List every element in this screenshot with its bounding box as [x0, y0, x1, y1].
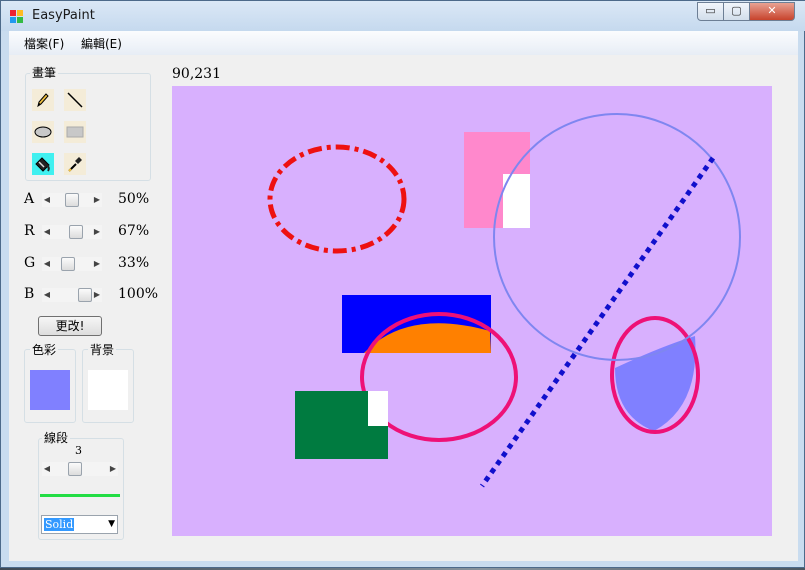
slider-thumb[interactable] — [65, 193, 79, 207]
foreground-color-swatch[interactable] — [30, 370, 70, 410]
line-style-selected: Solid — [44, 518, 75, 531]
canvas-drawing — [172, 86, 772, 536]
slider-a[interactable]: ◀ ▶ — [42, 193, 102, 207]
apply-color-button[interactable]: 更改! — [38, 316, 102, 336]
slider-label-r: R — [24, 223, 35, 239]
paint-bucket-icon — [32, 153, 54, 175]
coordinates-readout: 90,231 — [172, 66, 221, 82]
pencil-tool[interactable] — [32, 89, 54, 111]
slider-left-arrow[interactable]: ◀ — [42, 194, 52, 206]
slider-value-r: 67% — [118, 223, 150, 239]
slider-value-a: 50% — [118, 191, 150, 207]
slider-right-arrow[interactable]: ▶ — [108, 463, 118, 475]
line-icon — [64, 89, 86, 111]
line-style-dropdown[interactable]: Solid ▼ — [41, 515, 118, 534]
slider-left-arrow[interactable]: ◀ — [42, 289, 52, 301]
slider-g[interactable]: ◀ ▶ — [42, 257, 102, 271]
slider-thumb[interactable] — [68, 462, 82, 476]
pencil-icon — [32, 89, 54, 111]
ellipse-icon — [32, 121, 54, 143]
slider-right-arrow[interactable]: ▶ — [92, 194, 102, 206]
eyedropper-icon — [64, 153, 86, 175]
line-preview — [40, 494, 120, 497]
title-bar[interactable]: EasyPaint ▭ ▢ ✕ — [1, 1, 805, 31]
paint-bucket-tool[interactable] — [32, 153, 54, 175]
slider-thumb[interactable] — [69, 225, 83, 239]
line-tool[interactable] — [64, 89, 86, 111]
slider-right-arrow[interactable]: ▶ — [92, 258, 102, 270]
slider-left-arrow[interactable]: ◀ — [42, 463, 52, 475]
slider-thumb[interactable] — [61, 257, 75, 271]
slider-label-b: B — [24, 286, 35, 302]
menu-file[interactable]: 檔案(F) — [24, 35, 64, 52]
slider-label-a: A — [24, 191, 35, 207]
slider-left-arrow[interactable]: ◀ — [42, 258, 52, 270]
white-rectangle-overlap-2 — [368, 391, 388, 426]
client-area: 檔案(F) 編輯(E) 90,231 畫筆 A ◀ ▶ 50% R ◀ ▶ 67… — [9, 31, 798, 561]
chevron-down-icon: ▼ — [108, 519, 115, 529]
menu-bar: 檔案(F) 編輯(E) — [9, 31, 798, 55]
slider-label-g: G — [24, 255, 36, 271]
slider-left-arrow[interactable]: ◀ — [42, 226, 52, 238]
rectangle-tool[interactable] — [64, 121, 86, 143]
drawing-canvas[interactable] — [172, 86, 772, 536]
slider-value-g: 33% — [118, 255, 150, 271]
slider-r[interactable]: ◀ ▶ — [42, 225, 102, 239]
ellipse-tool[interactable] — [32, 121, 54, 143]
line-width-slider[interactable]: ◀ ▶ — [42, 462, 118, 476]
menu-edit[interactable]: 編輯(E) — [81, 35, 122, 52]
background-color-label: 背景 — [88, 341, 117, 358]
slider-b[interactable]: ◀ ▶ — [42, 288, 102, 302]
window-title: EasyPaint — [32, 8, 95, 23]
close-button[interactable]: ✕ — [749, 2, 795, 21]
slider-thumb[interactable] — [78, 288, 92, 302]
maximize-button[interactable]: ▢ — [723, 2, 750, 21]
background-color-swatch[interactable] — [88, 370, 128, 410]
line-group-label: 線段 — [42, 429, 71, 446]
foreground-color-label: 色彩 — [30, 341, 59, 358]
app-window: EasyPaint ▭ ▢ ✕ 檔案(F) 編輯(E) 90,231 畫筆 A … — [0, 0, 805, 568]
line-width-value: 3 — [75, 444, 82, 457]
minimize-button[interactable]: ▭ — [697, 2, 724, 21]
slider-right-arrow[interactable]: ▶ — [92, 226, 102, 238]
slider-value-b: 100% — [118, 286, 159, 302]
slider-right-arrow[interactable]: ▶ — [92, 289, 102, 301]
rectangle-icon — [64, 121, 86, 143]
brush-group-label: 畫筆 — [30, 64, 59, 81]
eyedropper-tool[interactable] — [64, 153, 86, 175]
app-icon — [10, 10, 23, 23]
